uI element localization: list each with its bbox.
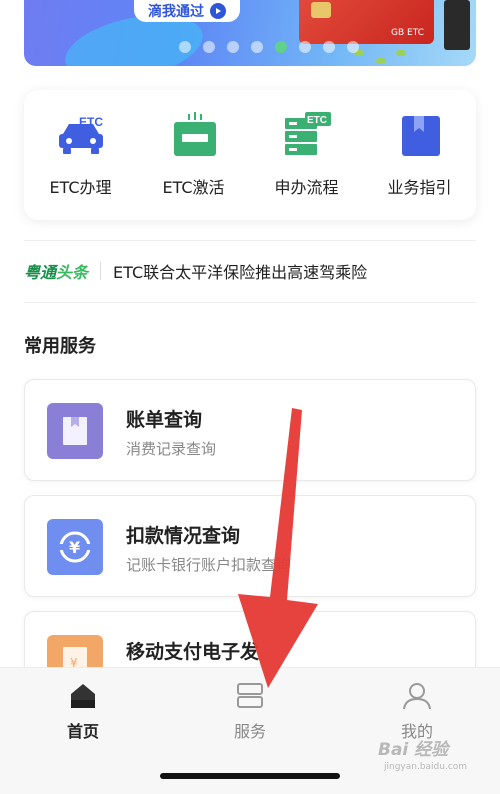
server-etc-icon: ETC — [281, 112, 333, 158]
quick-action-label: ETC办理 — [49, 178, 112, 197]
tab-home[interactable]: 首页 — [23, 682, 143, 742]
promo-banner[interactable]: 滴我通过 GB ETC — [24, 0, 476, 66]
section-title: 常用服务 — [24, 336, 96, 357]
play-icon — [210, 3, 226, 19]
svg-text:ETC: ETC — [307, 115, 327, 126]
deduction-icon: ¥ — [47, 519, 103, 575]
quick-action-label: 业务指引 — [387, 178, 452, 197]
card-text: GB ETC — [391, 28, 424, 38]
tab-profile[interactable]: 我的 — [357, 682, 477, 742]
carousel-dot[interactable] — [203, 41, 215, 53]
banner-cta-button[interactable]: 滴我通过 — [134, 0, 240, 22]
news-headline[interactable]: ETC联合太平洋保险推出高速驾乘险 — [113, 259, 367, 283]
svg-text:¥: ¥ — [69, 538, 80, 557]
baidu-watermark: Bai 经验 — [378, 740, 449, 760]
baidu-watermark-url: jingyan.baidu.com — [384, 762, 468, 772]
service-description: 消费记录查询 — [126, 440, 217, 458]
carousel-dot[interactable] — [347, 41, 359, 53]
device-activate-icon — [168, 112, 220, 158]
card-chip-icon — [311, 2, 331, 18]
divider — [100, 262, 102, 280]
quick-action-apply-process[interactable]: ETC 申办流程 — [250, 90, 363, 220]
service-title: 账单查询 — [126, 409, 203, 431]
quick-action-etc-activate[interactable]: ETC激活 — [137, 90, 250, 220]
divider — [24, 302, 476, 303]
home-icon — [71, 684, 95, 708]
quick-actions-panel: ETC ETC办理 ETC激活 ETC 申办流程 业务指引 — [24, 90, 476, 220]
service-title: 扣款情况查询 — [126, 525, 241, 547]
book-icon — [394, 112, 446, 158]
etc-card-illustration: GB ETC — [299, 0, 434, 44]
carousel-dot[interactable] — [179, 41, 191, 53]
carousel-dot[interactable] — [323, 41, 335, 53]
tab-services[interactable]: 服务 — [190, 682, 310, 742]
leaf-decoration — [376, 58, 386, 64]
tab-label: 首页 — [66, 722, 99, 741]
user-icon — [403, 683, 431, 710]
quick-action-label: ETC激活 — [162, 178, 225, 197]
carousel-dot[interactable] — [227, 41, 239, 53]
quick-action-business-guide[interactable]: 业务指引 — [363, 90, 476, 220]
service-title: 移动支付电子发 — [126, 641, 260, 663]
bill-icon — [47, 403, 103, 459]
leaf-decoration — [396, 50, 406, 56]
banner-cta-label: 滴我通过 — [148, 4, 204, 20]
carousel-dot-active[interactable] — [275, 41, 287, 53]
divider — [24, 240, 476, 241]
service-card-bill-query[interactable]: 账单查询 消费记录查询 — [24, 379, 476, 481]
tab-label: 服务 — [233, 722, 266, 741]
home-indicator[interactable] — [160, 773, 340, 779]
car-etc-icon: ETC — [55, 112, 107, 158]
services-icon — [237, 683, 263, 708]
carousel-dot[interactable] — [299, 41, 311, 53]
service-description: 记账卡银行账户扣款查询 — [126, 556, 292, 574]
news-brand-logo: 粤通头条 — [24, 263, 89, 282]
quick-action-label: 申办流程 — [274, 178, 339, 197]
person-illustration — [444, 0, 470, 50]
carousel-indicator — [179, 41, 359, 53]
service-card-deduction-query[interactable]: ¥ 扣款情况查询 记账卡银行账户扣款查询 — [24, 495, 476, 597]
quick-action-etc-apply[interactable]: ETC ETC办理 — [24, 90, 137, 220]
carousel-dot[interactable] — [251, 41, 263, 53]
news-ticker[interactable]: 粤通头条 ETC联合太平洋保险推出高速驾乘险 — [24, 252, 476, 290]
